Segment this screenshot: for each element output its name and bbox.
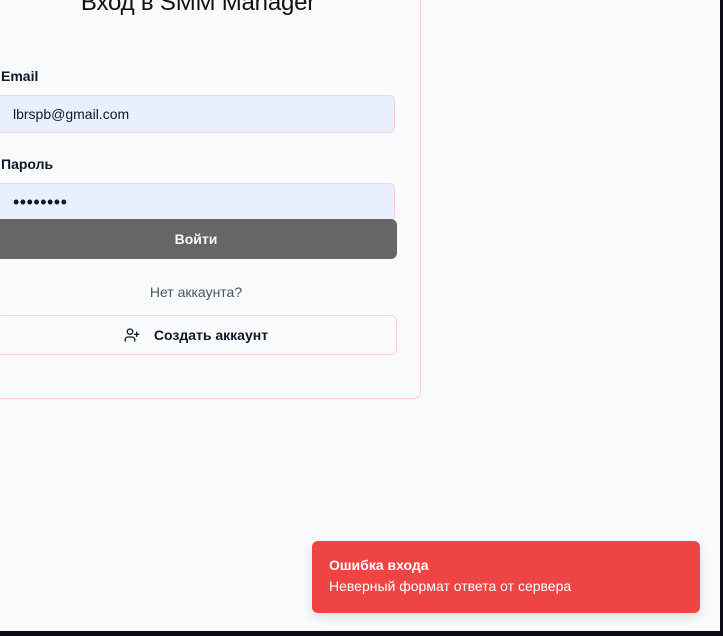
toast-message: Неверный формат ответа от сервера <box>329 578 572 594</box>
page-viewport: Вход в SMM Manager Email Пароль Войти Не… <box>0 0 720 631</box>
error-toast[interactable]: Ошибка входа Неверный формат ответа от с… <box>312 541 700 613</box>
create-account-button[interactable]: Создать аккаунт <box>0 315 397 355</box>
email-field[interactable] <box>0 95 395 133</box>
password-label: Пароль <box>1 156 54 172</box>
page-title: Вход в SMM Manager <box>80 0 316 16</box>
login-card: Вход в SMM Manager Email Пароль Войти Не… <box>0 0 421 399</box>
login-button[interactable]: Войти <box>0 219 397 259</box>
email-label: Email <box>1 68 39 84</box>
toast-title: Ошибка входа <box>329 557 429 573</box>
no-account-text: Нет аккаунта? <box>149 284 243 300</box>
user-plus-icon <box>124 328 140 342</box>
password-field[interactable] <box>0 183 395 221</box>
create-account-label: Создать аккаунт <box>153 327 269 343</box>
login-form: Email Пароль Войти Нет аккаунта? Создать… <box>0 67 401 387</box>
